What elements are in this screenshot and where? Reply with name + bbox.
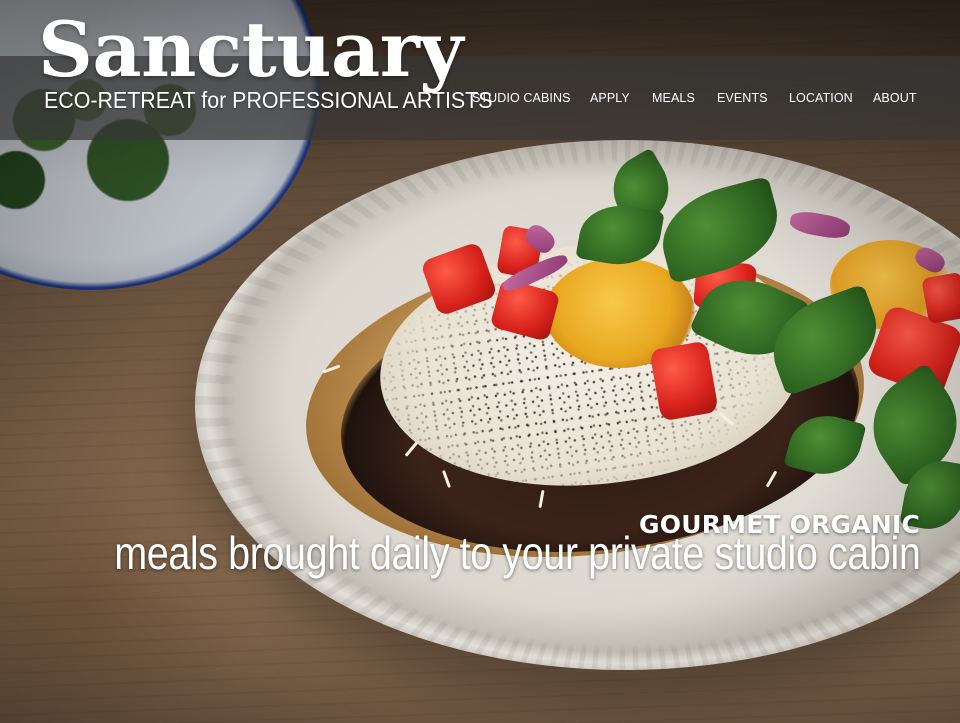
nav-item-location[interactable]: LOCATION — [789, 91, 853, 105]
nav-item-about[interactable]: ABOUT — [873, 91, 917, 105]
site-tagline: ECO-RETREAT for PROFESSIONAL ARTISTS — [44, 87, 493, 113]
main-nav: STUDIO CABINS APPLY MEALS EVENTS LOCATIO… — [472, 91, 932, 111]
hero-subline: meals brought daily to your private stud… — [113, 527, 921, 579]
nav-item-apply[interactable]: APPLY — [590, 91, 630, 105]
nav-item-events[interactable]: EVENTS — [717, 91, 768, 105]
nav-item-studio-cabins[interactable]: STUDIO CABINS — [472, 91, 571, 105]
nav-item-meals[interactable]: MEALS — [652, 91, 695, 105]
site-logo-title[interactable]: Sanctuary — [38, 12, 463, 88]
